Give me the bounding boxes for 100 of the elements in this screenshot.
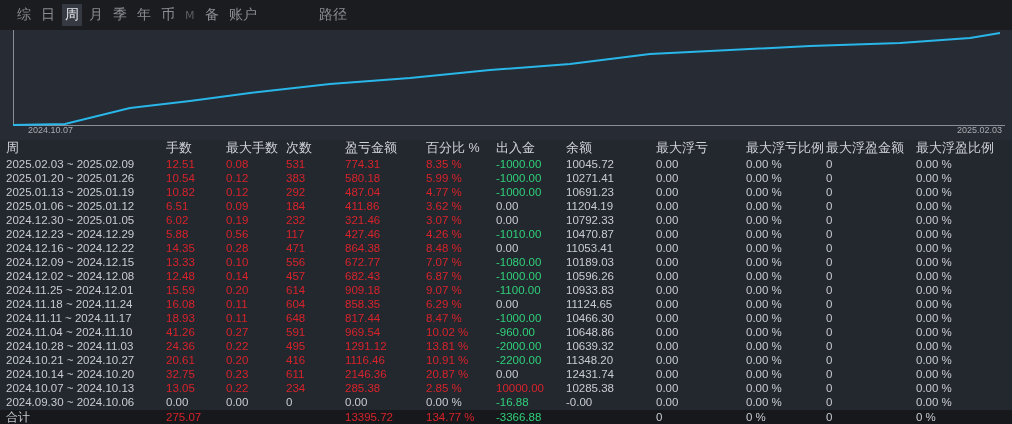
table-cell-text: 2024.10.28 ~ 2024.11.03 bbox=[6, 339, 135, 353]
table-cell-text: 11204.19 bbox=[566, 199, 615, 213]
table-cell-text: 10285.38 bbox=[566, 381, 615, 395]
table-cell-text: 0 bbox=[826, 410, 834, 424]
table-cell-text: 10000.00 bbox=[496, 381, 545, 395]
table-cell-text: 20.87 % bbox=[426, 367, 470, 381]
table-cell-text: 611 bbox=[286, 367, 306, 381]
table-cell-text: -960.00 bbox=[496, 325, 536, 339]
table-cell-text: 0.00 % bbox=[746, 381, 783, 395]
table-cell-text: 41.26 bbox=[166, 325, 196, 339]
table-cell-text: 11348.20 bbox=[566, 353, 615, 367]
table-cell-text: 614 bbox=[286, 283, 307, 297]
column-header: 最大浮亏 bbox=[656, 140, 709, 157]
table-cell-text: 0.00 % bbox=[746, 283, 783, 297]
table-cell-text: 0.00 % bbox=[916, 395, 953, 409]
table-cell-text: 427.46 bbox=[345, 227, 382, 241]
table-cell-text: 0 bbox=[826, 157, 834, 171]
column-header: 出入金 bbox=[496, 140, 536, 157]
table-cell-text: 0.00 bbox=[656, 381, 680, 395]
tab[interactable]: 币 bbox=[158, 4, 178, 26]
table-cell-text: 11053.41 bbox=[566, 241, 615, 255]
table-cell-text: 0.00 % bbox=[746, 227, 783, 241]
table-cell-text: 0.12 bbox=[226, 171, 250, 185]
table-cell-text: 11124.65 bbox=[566, 297, 614, 311]
table-cell-text: 0.00 bbox=[656, 199, 680, 213]
table-cell-text: 2024.11.25 ~ 2024.12.01 bbox=[6, 283, 135, 297]
axis-label: 2025.02.03 bbox=[956, 125, 1002, 135]
table-cell-text: 5.88 bbox=[166, 227, 190, 241]
table-cell-text: 6.29 % bbox=[426, 297, 463, 311]
table-cell-text: 556 bbox=[286, 255, 307, 269]
table-cell-text: 0.00 bbox=[656, 255, 680, 269]
table-cell-text: 0.00 bbox=[166, 395, 190, 409]
tab[interactable]: 年 bbox=[134, 4, 154, 26]
table-cell-text: 0.00 bbox=[656, 171, 680, 185]
table-cell-text: 0.00 % bbox=[746, 395, 783, 409]
tab[interactable]: 季 bbox=[110, 4, 130, 26]
table-cell-text: 0.00 % bbox=[916, 339, 953, 353]
table-cell-text: 0.00 % bbox=[916, 325, 953, 339]
tab[interactable]: 账户 bbox=[225, 4, 260, 26]
table-cell-text: 0 bbox=[826, 255, 834, 269]
table-cell-text: 0 bbox=[826, 283, 834, 297]
table-cell-text: 0 bbox=[826, 339, 834, 353]
table-cell-text: 20.61 bbox=[166, 353, 196, 367]
table-cell-text: 2024.11.18 ~ 2024.11.24 bbox=[6, 297, 134, 311]
table-cell-text: 7.07 % bbox=[426, 255, 463, 269]
table-cell-text: 383 bbox=[286, 171, 307, 185]
table-cell-text: 0.00 bbox=[656, 283, 680, 297]
table-cell-text: 10933.83 bbox=[566, 283, 615, 297]
table-cell-text: 10596.26 bbox=[566, 269, 615, 283]
table-cell-text: -16.88 bbox=[496, 395, 530, 409]
table-cell-text: 16.08 bbox=[166, 297, 196, 311]
table-cell-text: 8.35 % bbox=[426, 157, 463, 171]
table-cell-text: 0.00 % bbox=[916, 255, 953, 269]
table-cell-text: 0.00 % bbox=[746, 269, 783, 283]
column-header: 最大浮亏比例 bbox=[746, 140, 825, 157]
table-cell-text: 0.10 bbox=[226, 255, 250, 269]
column-header: 百分比 % bbox=[426, 140, 481, 157]
table-cell-text: 10.02 % bbox=[426, 325, 470, 339]
table-cell-text: 2024.11.04 ~ 2024.11.10 bbox=[6, 325, 134, 339]
tab[interactable]: 路径 bbox=[315, 4, 350, 26]
tab[interactable]: 综 bbox=[14, 4, 34, 26]
table-cell-text: 0.00 bbox=[496, 199, 520, 213]
table-cell-text: 0.00 bbox=[656, 325, 680, 339]
tab[interactable]: 备 bbox=[201, 4, 222, 26]
table-cell-text: 0 bbox=[826, 325, 834, 339]
table-cell-text: 0.00 bbox=[656, 395, 680, 409]
tab[interactable]: 日 bbox=[38, 4, 58, 26]
tab[interactable]: 周 bbox=[62, 4, 82, 26]
table-cell-text: 10.91 % bbox=[426, 353, 470, 367]
table-cell-text: 14.35 bbox=[166, 241, 196, 255]
column-header: 余额 bbox=[566, 140, 593, 157]
table-cell-text: 2024.12.30 ~ 2025.01.05 bbox=[6, 213, 136, 227]
table-cell-text: -0.00 bbox=[566, 395, 594, 409]
table-cell-text: 8.47 % bbox=[426, 311, 463, 325]
axis-label: 2024.10.07 bbox=[28, 125, 74, 135]
table-cell-text: 0.00 % bbox=[916, 353, 953, 367]
table-cell-text: 0 bbox=[826, 353, 834, 367]
table-cell-text: 682.43 bbox=[345, 269, 382, 283]
table-cell-text: 5.99 % bbox=[426, 171, 463, 185]
table-cell-text: 0.00 bbox=[496, 367, 520, 381]
table-cell-text: 0.28 bbox=[226, 241, 250, 255]
table-cell-text: 6.51 bbox=[166, 199, 190, 213]
table-cell-text: 3.62 % bbox=[426, 199, 463, 213]
table-cell-text: 234 bbox=[286, 381, 307, 395]
table-cell-text: 2024.12.02 ~ 2024.12.08 bbox=[6, 269, 136, 283]
table-cell-text: 0.08 bbox=[226, 157, 250, 171]
table-cell-text: 2024.12.09 ~ 2024.12.15 bbox=[6, 255, 136, 269]
table-cell-text: -1100.00 bbox=[496, 283, 542, 297]
table-cell-text: 0.00 % bbox=[916, 241, 953, 255]
table-cell-text: 0 bbox=[826, 185, 834, 199]
table-cell-text: 774.31 bbox=[345, 157, 382, 171]
table-cell-text: 0 % bbox=[916, 410, 937, 424]
table-cell-text: 10466.30 bbox=[566, 311, 615, 325]
table-cell-text: 580.18 bbox=[345, 171, 382, 185]
table-cell-text: 0.00 bbox=[496, 297, 520, 311]
table-cell-text: 10.82 bbox=[166, 185, 196, 199]
table-cell-text: 0.00 % bbox=[746, 241, 783, 255]
table-cell-text: 0.00 % bbox=[916, 213, 953, 227]
tab[interactable]: 月 bbox=[86, 4, 106, 26]
table-cell-text: 0.00 % bbox=[916, 269, 953, 283]
